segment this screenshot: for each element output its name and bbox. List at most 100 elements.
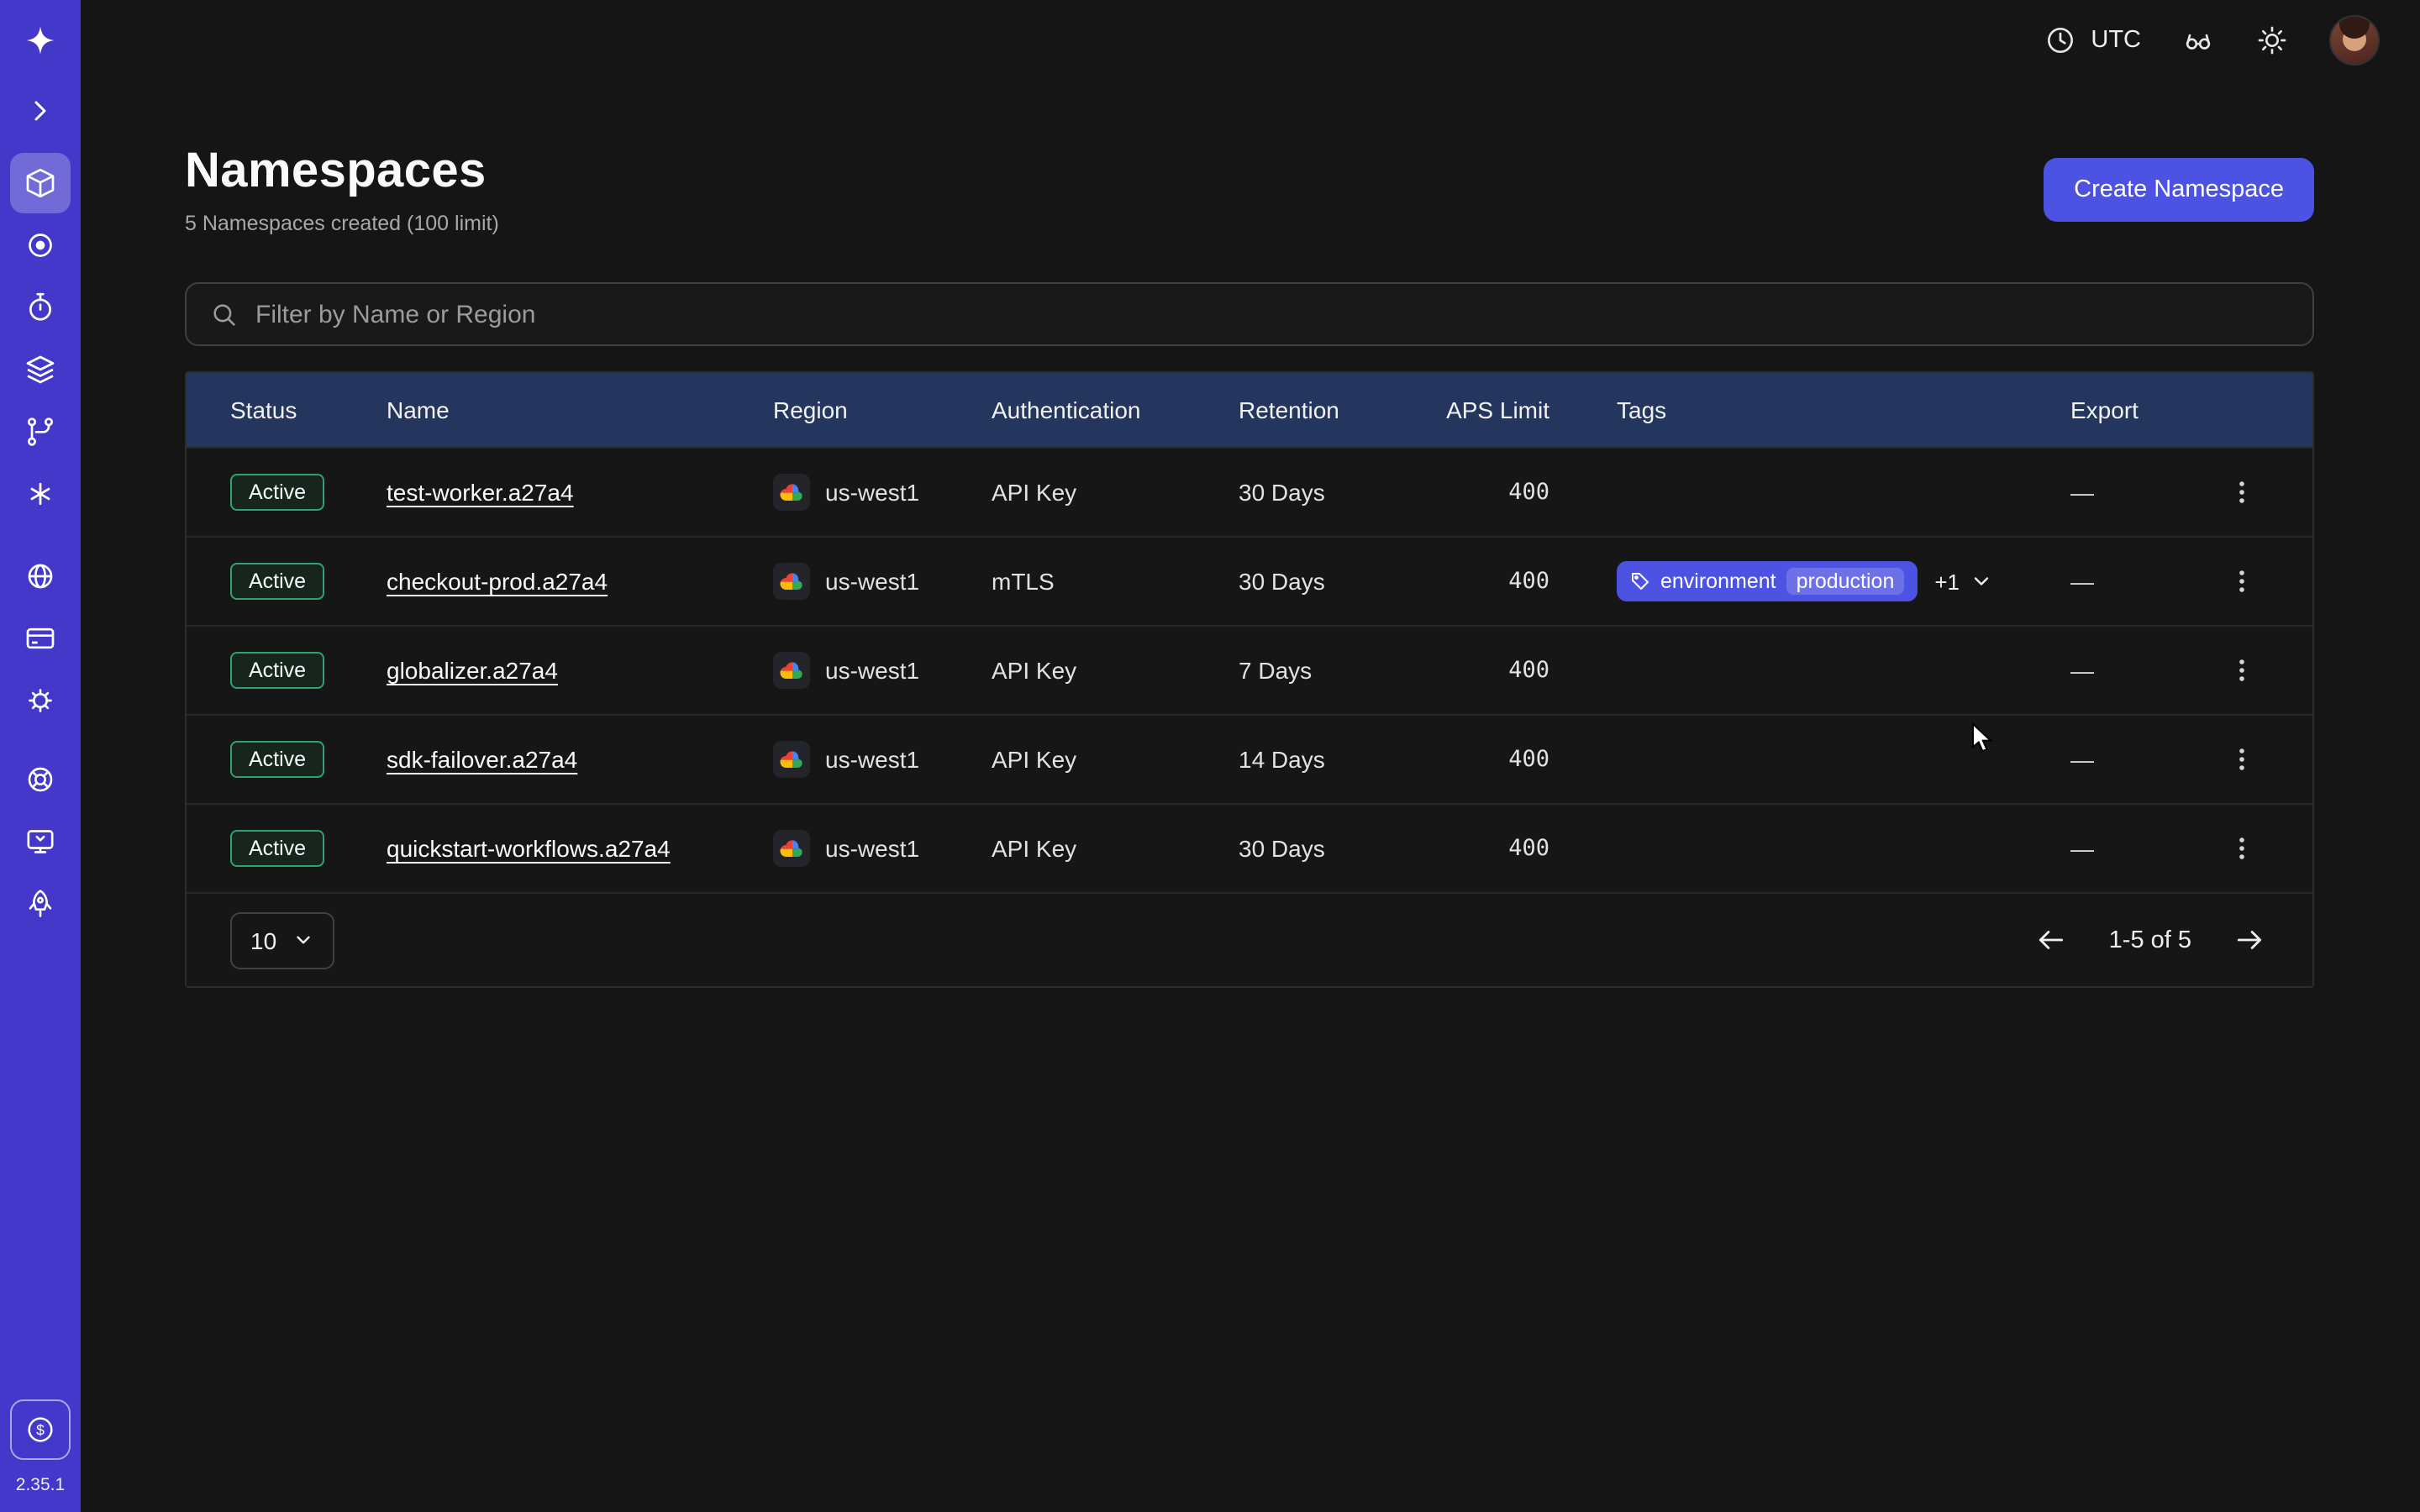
sidebar-item-support[interactable] (10, 749, 71, 810)
kebab-icon (2228, 657, 2255, 684)
sidebar: $ 2.35.1 (0, 0, 81, 1512)
credit-card-icon (24, 622, 57, 655)
sidebar-item-regions[interactable] (10, 546, 71, 606)
export-value: — (2070, 479, 2171, 506)
create-namespace-button[interactable]: Create Namespace (2044, 158, 2314, 222)
filter-input[interactable] (255, 300, 2289, 328)
retention-label: 14 Days (1239, 746, 1428, 773)
region-label: us-west1 (825, 835, 919, 862)
page-size-value: 10 (250, 927, 276, 953)
table-header-row: Status Name Region Authentication Retent… (187, 373, 2312, 447)
sidebar-item-namespaces[interactable] (10, 153, 71, 213)
row-menu-button[interactable] (2218, 647, 2265, 694)
status-badge: Active (230, 741, 324, 778)
sidebar-item-getting-started[interactable] (10, 874, 71, 934)
page-subtitle: 5 Namespaces created (100 limit) (185, 212, 499, 235)
arrow-left-icon (2036, 924, 2068, 956)
row-menu-button[interactable] (2218, 736, 2265, 783)
app-window: $ 2.35.1 UTC Namespaces 5 Namespaces cre… (0, 0, 2420, 1512)
sidebar-nav-primary (10, 153, 71, 526)
kebab-icon (2228, 568, 2255, 595)
gcp-cloud-icon (773, 563, 810, 600)
docs-icon (24, 825, 57, 858)
retention-label: 30 Days (1239, 479, 1428, 506)
sidebar-item-workflows[interactable] (10, 402, 71, 462)
namespaces-table: Status Name Region Authentication Retent… (185, 371, 2314, 988)
namespace-link[interactable]: globalizer.a27a4 (387, 657, 558, 684)
asterisk-icon (24, 477, 57, 511)
retention-label: 30 Days (1239, 568, 1428, 595)
sidebar-item-schedules[interactable] (10, 277, 71, 338)
region-label: us-west1 (825, 746, 919, 773)
row-menu-button[interactable] (2218, 825, 2265, 872)
sidebar-item-settings[interactable] (10, 670, 71, 731)
col-authentication: Authentication (992, 396, 1239, 423)
sidebar-item-nexus[interactable] (10, 464, 71, 524)
namespace-link[interactable]: checkout-prod.a27a4 (387, 568, 608, 595)
sidebar-item-billing[interactable] (10, 608, 71, 669)
sidebar-expand-button[interactable] (10, 81, 71, 141)
theme-toggle-sun-icon[interactable] (2255, 24, 2289, 57)
row-menu-button[interactable] (2218, 558, 2265, 605)
row-menu-button[interactable] (2218, 469, 2265, 516)
auth-label: API Key (992, 746, 1239, 773)
retention-label: 7 Days (1239, 657, 1428, 684)
aps-limit-value: 400 (1428, 568, 1549, 595)
export-value: — (2070, 835, 2171, 862)
region-label: us-west1 (825, 479, 919, 506)
user-avatar[interactable] (2329, 15, 2380, 66)
tag-chip[interactable]: environment production (1617, 561, 1918, 601)
usage-button[interactable]: $ (10, 1399, 71, 1460)
table-row[interactable]: Active test-worker.a27a4 us-west1 API Ke… (187, 447, 2312, 536)
namespace-link[interactable]: quickstart-workflows.a27a4 (387, 835, 671, 862)
globe-icon (24, 559, 57, 593)
auth-label: API Key (992, 835, 1239, 862)
namespace-link[interactable]: sdk-failover.a27a4 (387, 746, 577, 773)
cube-icon (24, 166, 57, 200)
target-icon (24, 228, 57, 262)
table-row[interactable]: Active quickstart-workflows.a27a4 us-wes… (187, 803, 2312, 892)
pagination: 1-5 of 5 (2032, 920, 2269, 960)
table-row[interactable]: Active checkout-prod.a27a4 us-west1 mTLS… (187, 536, 2312, 625)
sidebar-item-docs[interactable] (10, 811, 71, 872)
table-footer: 10 1-5 of 5 (187, 892, 2312, 986)
region-label: us-west1 (825, 568, 919, 595)
sidebar-item-monitoring[interactable] (10, 215, 71, 276)
col-name: Name (387, 396, 773, 423)
next-page-button[interactable] (2228, 920, 2269, 960)
usage-dollar-icon: $ (24, 1413, 57, 1446)
page-size-select[interactable]: 10 (230, 911, 334, 969)
tags-expand-button[interactable]: +1 (1934, 569, 1993, 594)
gcp-cloud-icon (773, 741, 810, 778)
aps-limit-value: 400 (1428, 479, 1549, 506)
sidebar-bottom: $ 2.35.1 (10, 1399, 71, 1512)
auth-label: API Key (992, 479, 1239, 506)
temporal-logo-icon (10, 10, 71, 71)
table-row[interactable]: Active globalizer.a27a4 us-west1 API Key… (187, 625, 2312, 714)
page-title: Namespaces (185, 144, 499, 200)
col-tags: Tags (1549, 396, 2070, 423)
page-header: Namespaces 5 Namespaces created (100 lim… (185, 144, 2314, 235)
filter-bar (185, 282, 2314, 346)
auth-label: API Key (992, 657, 1239, 684)
sidebar-item-batch[interactable] (10, 339, 71, 400)
glasses-icon[interactable] (2181, 24, 2215, 57)
export-value: — (2070, 568, 2171, 595)
region-label: us-west1 (825, 657, 919, 684)
col-retention: Retention (1239, 396, 1428, 423)
topbar: UTC (81, 0, 2420, 81)
gear-icon (24, 684, 57, 717)
tags-cell: environment production +1 (1549, 561, 2070, 601)
chevron-down-icon (1970, 570, 1993, 593)
kebab-icon (2228, 479, 2255, 506)
kebab-icon (2228, 835, 2255, 862)
sidebar-nav-account (10, 546, 71, 732)
tag-key: environment (1660, 570, 1776, 593)
timezone-selector[interactable]: UTC (2044, 24, 2141, 57)
timer-icon (24, 291, 57, 324)
table-row[interactable]: Active sdk-failover.a27a4 us-west1 API K… (187, 714, 2312, 803)
status-badge: Active (230, 830, 324, 867)
prev-page-button[interactable] (2032, 920, 2072, 960)
namespace-link[interactable]: test-worker.a27a4 (387, 479, 574, 506)
auth-label: mTLS (992, 568, 1239, 595)
